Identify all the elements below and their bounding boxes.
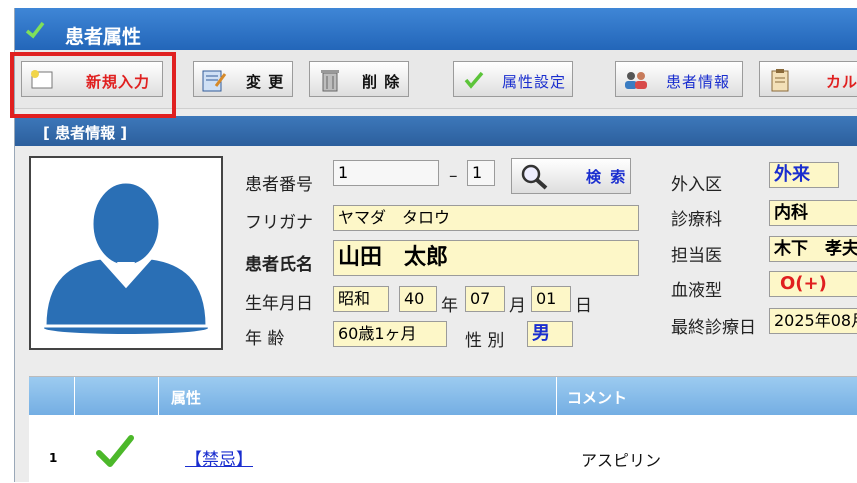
attribute-settings-label: 属性設定 <box>502 73 567 91</box>
visit-type-field[interactable]: 外来 <box>769 162 839 188</box>
attribute-table: 属性 コメント 1 【禁忌】 アスピリン <box>29 376 857 483</box>
number-dash: – <box>449 166 458 186</box>
patient-number-label: 患者番号 <box>245 175 313 195</box>
patient-photo <box>29 156 223 350</box>
clipboard-icon <box>771 69 789 92</box>
day-unit: 日 <box>575 296 592 316</box>
patient-branch-field[interactable]: 1 <box>467 160 495 186</box>
attribute-settings-button[interactable]: 属性設定 <box>453 61 573 97</box>
edit-icon <box>202 70 227 92</box>
patient-name-field[interactable]: 山田 太郎 <box>333 240 639 276</box>
last-visit-field: 2025年08月 <box>769 308 857 334</box>
patient-info-button[interactable]: 患者情報 <box>615 61 743 97</box>
patient-name-label: 患者氏名 <box>245 255 313 275</box>
edit-label: 変 更 <box>246 73 285 91</box>
birthdate-label: 生年月日 <box>245 294 313 314</box>
attribute-link[interactable]: 【禁忌】 <box>185 445 253 470</box>
header-cell-attribute[interactable]: 属性 <box>159 377 557 415</box>
karte-label: カル <box>826 73 857 91</box>
trash-icon <box>321 70 339 92</box>
doctor-field[interactable]: 木下 孝夫 <box>769 236 857 262</box>
header-cell-comment[interactable]: コメント <box>557 377 857 415</box>
patient-number-field[interactable]: 1 <box>333 160 439 186</box>
row-number: 1 <box>49 451 58 465</box>
header-cell-number <box>29 377 75 415</box>
delete-button[interactable]: 削 除 <box>309 61 409 97</box>
section-title: [ 患者情報 ] <box>43 124 128 142</box>
birth-year-field[interactable]: 40 <box>399 286 437 312</box>
search-label: 検 索 <box>586 168 628 186</box>
birth-month-field[interactable]: 07 <box>465 286 505 312</box>
magnifier-icon <box>521 164 548 190</box>
patient-info-label: 患者情報 <box>666 73 731 91</box>
birth-era-field[interactable]: 昭和 <box>333 286 389 312</box>
check-icon <box>96 435 134 467</box>
header-cell-icon <box>75 377 159 415</box>
person-avatar-icon <box>43 180 209 334</box>
department-label: 診療科 <box>671 210 722 230</box>
section-header: [ 患者情報 ] <box>15 116 857 146</box>
comment-cell: アスピリン <box>581 451 662 470</box>
delete-label: 削 除 <box>362 73 401 91</box>
month-unit: 月 <box>509 296 526 316</box>
highlight-box <box>10 52 176 118</box>
last-visit-label: 最終診療日 <box>671 318 756 338</box>
age-label: 年 齢 <box>245 329 285 349</box>
check-icon <box>464 71 484 89</box>
blood-type-field[interactable]: O(+) <box>769 271 857 297</box>
kana-field[interactable]: ヤマダ タロウ <box>333 205 639 231</box>
karte-button[interactable]: カル <box>759 61 857 97</box>
kana-label: フリガナ <box>245 213 313 233</box>
edit-button[interactable]: 変 更 <box>193 61 293 97</box>
table-row[interactable]: 1 【禁忌】 アスピリン <box>29 415 857 483</box>
search-button[interactable]: 検 索 <box>511 158 631 194</box>
window-title: 患者属性 <box>65 26 142 48</box>
check-icon <box>25 21 45 39</box>
year-unit: 年 <box>441 296 458 316</box>
doctor-label: 担当医 <box>671 246 722 266</box>
sex-label: 性 別 <box>465 331 505 351</box>
sex-field[interactable]: 男 <box>527 321 573 347</box>
blood-type-label: 血液型 <box>671 281 722 301</box>
patient-icon <box>625 72 647 89</box>
age-field: 60歳1ヶ月 <box>333 321 447 347</box>
department-field[interactable]: 内科 <box>769 200 857 226</box>
visit-type-label: 外入区 <box>671 175 722 195</box>
table-header: 属性 コメント <box>29 377 857 415</box>
title-bar: 患者属性 <box>15 8 857 50</box>
birth-day-field[interactable]: 01 <box>531 286 571 312</box>
